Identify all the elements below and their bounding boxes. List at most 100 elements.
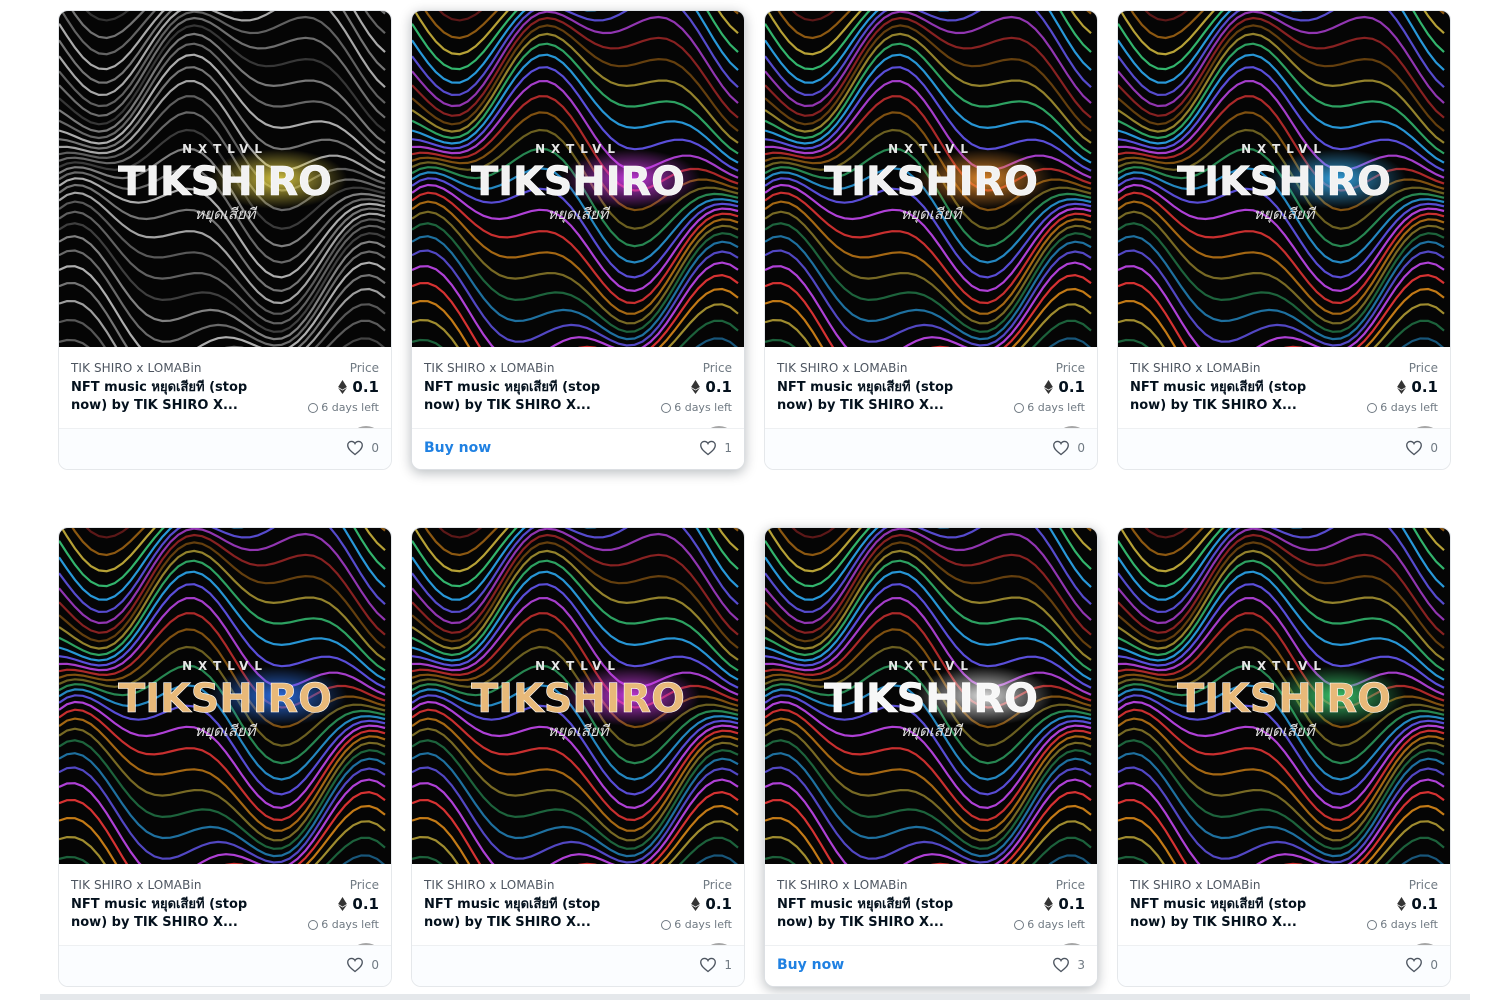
collection-name[interactable]: TIK SHIRO x LOMABin [71, 878, 202, 892]
time-left-text: 6 days left [1027, 918, 1085, 931]
artwork-sublogo: NXTLVL [182, 142, 268, 156]
nft-artwork[interactable]: NXTLVL TIKSHIRO หยุดเสียที [412, 528, 744, 864]
eth-icon [1044, 380, 1054, 394]
price-label: Price [702, 361, 732, 375]
heart-icon [1406, 440, 1423, 456]
price-value-group: 0.1 [691, 895, 732, 913]
like-count: 3 [1077, 958, 1085, 972]
nft-artwork[interactable]: NXTLVL TIKSHIRO หยุดเสียที [412, 11, 744, 347]
nft-artwork[interactable]: NXTLVL TIKSHIRO หยุดเสียที [1118, 528, 1450, 864]
time-left: 6 days left [1367, 401, 1438, 414]
clock-icon [308, 919, 319, 930]
price-label: Price [1408, 878, 1438, 892]
buy-now-button[interactable]: Buy now [777, 957, 844, 973]
nft-title[interactable]: NFT music หยุดเสียที (stop now) by TIK S… [1130, 379, 1330, 415]
collection-name[interactable]: TIK SHIRO x LOMABin [71, 361, 202, 375]
card-info: TIK SHIRO x LOMABin NFT music หยุดเสียที… [412, 347, 744, 431]
time-left-text: 6 days left [674, 918, 732, 931]
nft-card[interactable]: NXTLVL TIKSHIRO หยุดเสียที TIK SHIRO x LOM… [1117, 10, 1451, 470]
like-button[interactable]: 0 [1052, 440, 1085, 456]
artwork-thai-title: หยุดเสียที [901, 205, 964, 223]
price-value-group: 0.1 [338, 895, 379, 913]
collection-name[interactable]: TIK SHIRO x LOMABin [424, 361, 555, 375]
nft-artwork[interactable]: NXTLVL TIKSHIRO หยุดเสียที [765, 11, 1097, 347]
heart-icon [1406, 957, 1423, 973]
artwork-thai-title: หยุดเสียที [548, 722, 611, 740]
nft-title[interactable]: NFT music หยุดเสียที (stop now) by TIK S… [1130, 896, 1330, 932]
nft-artwork[interactable]: NXTLVL TIKSHIRO หยุดเสียที [765, 528, 1097, 864]
price-label: Price [349, 361, 379, 375]
collection-name[interactable]: TIK SHIRO x LOMABin [1130, 361, 1261, 375]
like-count: 0 [371, 441, 379, 455]
eth-icon [338, 897, 348, 911]
artwork-sublogo: NXTLVL [1241, 659, 1327, 673]
collection-name[interactable]: TIK SHIRO x LOMABin [424, 878, 555, 892]
like-button[interactable]: 0 [346, 957, 379, 973]
eth-icon [338, 380, 348, 394]
card-info: TIK SHIRO x LOMABin NFT music หยุดเสียที… [1118, 347, 1450, 431]
time-left-text: 6 days left [321, 918, 379, 931]
nft-card[interactable]: NXTLVL TIKSHIRO หยุดเสียที TIK SHIRO x LOM… [58, 527, 392, 987]
nft-card[interactable]: NXTLVL TIKSHIRO หยุดเสียที TIK SHIRO x LOM… [764, 527, 1098, 987]
like-button[interactable]: 1 [699, 957, 732, 973]
card-footer: 0 [1118, 945, 1450, 986]
price-value: 0.1 [1058, 378, 1085, 396]
like-button[interactable]: 0 [1405, 440, 1438, 456]
eth-icon [1397, 897, 1407, 911]
time-left: 6 days left [661, 918, 732, 931]
price-label: Price [1055, 878, 1085, 892]
card-info: TIK SHIRO x LOMABin NFT music หยุดเสียที… [765, 347, 1097, 431]
collection-name[interactable]: TIK SHIRO x LOMABin [777, 361, 908, 375]
nft-card[interactable]: NXTLVL TIKSHIRO หยุดเสียที TIK SHIRO x LOM… [764, 10, 1098, 470]
like-button[interactable]: 1 [699, 440, 732, 456]
nft-card[interactable]: NXTLVL TIKSHIRO หยุดเสียที TIK SHIRO x LOM… [1117, 527, 1451, 987]
nft-artwork[interactable]: NXTLVL TIKSHIRO หยุดเสียที [1118, 11, 1450, 347]
card-info: TIK SHIRO x LOMABin NFT music หยุดเสียที… [765, 864, 1097, 948]
clock-icon [1014, 919, 1025, 930]
price-value: 0.1 [1411, 895, 1438, 913]
price-value: 0.1 [352, 895, 379, 913]
time-left: 6 days left [1014, 401, 1085, 414]
nft-title[interactable]: NFT music หยุดเสียที (stop now) by TIK S… [777, 379, 977, 415]
card-info: TIK SHIRO x LOMABin NFT music หยุดเสียที… [59, 864, 391, 948]
nft-title[interactable]: NFT music หยุดเสียที (stop now) by TIK S… [777, 896, 977, 932]
collection-name[interactable]: TIK SHIRO x LOMABin [1130, 878, 1261, 892]
nft-card[interactable]: NXTLVL TIKSHIRO หยุดเสียที TIK SHIRO x LOM… [58, 10, 392, 470]
eth-icon [1397, 380, 1407, 394]
collection-name[interactable]: TIK SHIRO x LOMABin [777, 878, 908, 892]
nft-artwork[interactable]: NXTLVL TIKSHIRO หยุดเสียที [59, 528, 391, 864]
card-footer: 0 [765, 428, 1097, 469]
time-left: 6 days left [308, 918, 379, 931]
artwork-logo: TIKSHIRO [471, 159, 685, 205]
card-info: TIK SHIRO x LOMABin NFT music หยุดเสียที… [412, 864, 744, 948]
price-label: Price [1055, 361, 1085, 375]
price-value-group: 0.1 [1044, 895, 1085, 913]
like-button[interactable]: 0 [1405, 957, 1438, 973]
clock-icon [1014, 402, 1025, 413]
nft-title[interactable]: NFT music หยุดเสียที (stop now) by TIK S… [71, 379, 271, 415]
time-left: 6 days left [661, 401, 732, 414]
clock-icon [661, 402, 672, 413]
artwork-logo: TIKSHIRO [118, 676, 332, 722]
artwork-sublogo: NXTLVL [535, 142, 621, 156]
heart-icon [347, 957, 364, 973]
nft-title[interactable]: NFT music หยุดเสียที (stop now) by TIK S… [71, 896, 271, 932]
clock-icon [661, 919, 672, 930]
artwork-sublogo: NXTLVL [535, 659, 621, 673]
nft-card[interactable]: NXTLVL TIKSHIRO หยุดเสียที TIK SHIRO x LOM… [411, 527, 745, 987]
buy-now-button[interactable]: Buy now [424, 440, 491, 456]
like-count: 1 [724, 958, 732, 972]
time-left-text: 6 days left [321, 401, 379, 414]
nft-artwork[interactable]: NXTLVL TIKSHIRO หยุดเสียที [59, 11, 391, 347]
like-button[interactable]: 0 [346, 440, 379, 456]
price-value: 0.1 [1411, 378, 1438, 396]
like-button[interactable]: 3 [1052, 957, 1085, 973]
clock-icon [1367, 919, 1378, 930]
card-footer: 0 [59, 945, 391, 986]
time-left: 6 days left [1367, 918, 1438, 931]
nft-title[interactable]: NFT music หยุดเสียที (stop now) by TIK S… [424, 379, 624, 415]
nft-title[interactable]: NFT music หยุดเสียที (stop now) by TIK S… [424, 896, 624, 932]
card-footer: 0 [59, 428, 391, 469]
like-count: 0 [1430, 441, 1438, 455]
nft-card[interactable]: NXTLVL TIKSHIRO หยุดเสียที TIK SHIRO x LOM… [411, 10, 745, 470]
